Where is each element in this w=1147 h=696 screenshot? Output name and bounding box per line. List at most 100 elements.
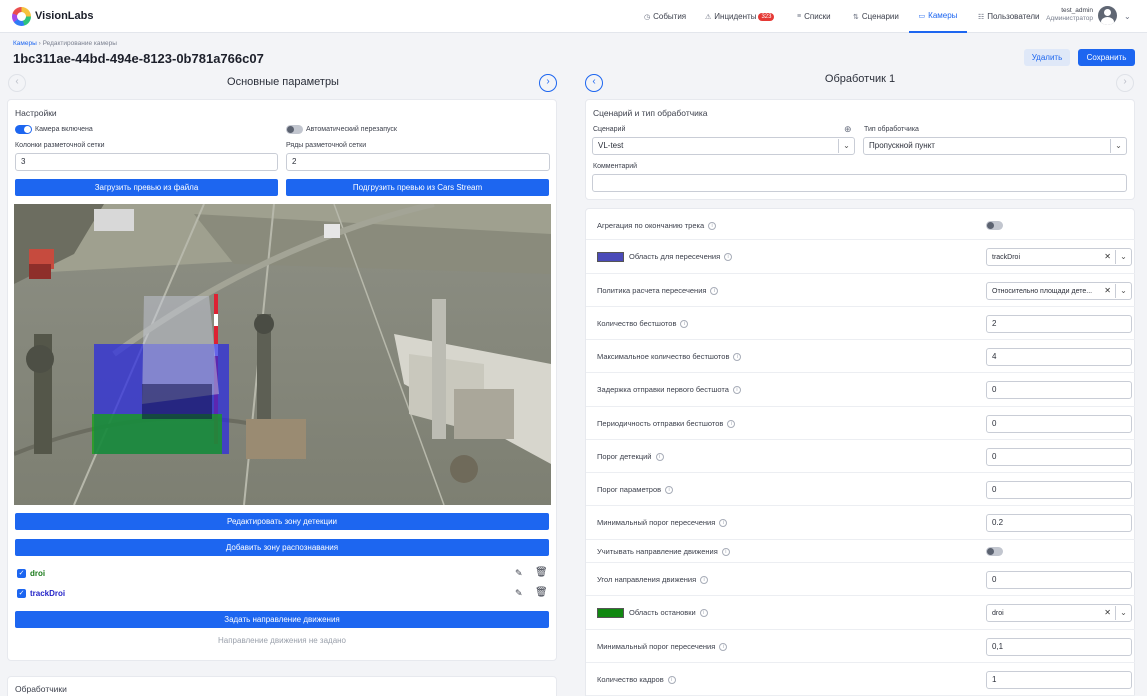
- camera-enabled-toggle[interactable]: [15, 125, 32, 134]
- param-row: Агрегация по окончанию трека i: [586, 211, 1135, 240]
- param-select[interactable]: trackDroi ✕ ⌄: [986, 248, 1132, 266]
- info-icon[interactable]: i: [724, 253, 733, 262]
- param-value: 2: [992, 319, 997, 328]
- auto-restart-label: Автоматический перезапуск: [306, 126, 397, 133]
- scenario-value: VL-test: [598, 141, 624, 150]
- direction-status: Направление движения не задано: [217, 636, 347, 645]
- edit-pencil-icon[interactable]: ✎: [515, 568, 523, 579]
- param-value: droi: [992, 610, 1004, 617]
- param-value: trackDroi: [992, 254, 1021, 261]
- param-value: 4: [992, 352, 997, 361]
- param-row: Порог параметров i 0: [586, 473, 1135, 506]
- load-preview-stream-button[interactable]: Подгрузить превью из Cars Stream: [286, 179, 549, 196]
- chevron-left-icon: ‹: [592, 76, 596, 87]
- add-recognition-zone-button[interactable]: Добавить зону распознавания: [15, 539, 549, 556]
- nav-incidents[interactable]: ⚠ Инциденты 323: [705, 0, 775, 33]
- nav-events[interactable]: ◷ События: [644, 0, 686, 33]
- breadcrumb-cameras-link[interactable]: Камеры: [13, 40, 37, 47]
- settings-heading: Настройки: [15, 108, 57, 118]
- nav-scenarios-label: Сценарии: [861, 12, 899, 21]
- trash-icon[interactable]: 🗑: [535, 587, 548, 598]
- visionlabs-logo-icon: [12, 7, 31, 26]
- param-input[interactable]: 1: [986, 671, 1132, 689]
- info-icon[interactable]: i: [655, 453, 664, 462]
- info-icon[interactable]: i: [721, 548, 730, 557]
- zone-color-swatch: [597, 608, 624, 618]
- edit-pencil-icon[interactable]: ✎: [515, 588, 523, 599]
- clear-icon[interactable]: ✕: [1104, 283, 1111, 299]
- param-value: Относительно площади дете...: [992, 288, 1093, 295]
- param-input[interactable]: 0: [986, 571, 1132, 589]
- nav-lists-label: Списки: [804, 12, 831, 21]
- info-icon[interactable]: i: [680, 320, 689, 329]
- grid-cols-input[interactable]: 3: [15, 153, 278, 171]
- grid-rows-input[interactable]: 2: [286, 153, 550, 171]
- save-button[interactable]: Сохранить: [1078, 49, 1135, 66]
- nav-scenarios[interactable]: ⇅ Сценарии: [853, 0, 899, 33]
- clear-icon[interactable]: ✕: [1104, 249, 1111, 265]
- param-label-text: Агрегация по окончанию трека: [597, 221, 705, 230]
- info-icon[interactable]: i: [710, 287, 719, 296]
- param-input[interactable]: 2: [986, 315, 1132, 333]
- param-select[interactable]: Относительно площади дете... ✕ ⌄: [986, 282, 1132, 300]
- param-row: Минимальный порог пересечения i 0.2: [586, 506, 1135, 540]
- param-row: Порог детекций i 0: [586, 440, 1135, 473]
- info-icon[interactable]: i: [667, 676, 676, 685]
- param-input[interactable]: 0: [986, 448, 1132, 466]
- zone-droi-checkbox[interactable]: ✓: [17, 569, 26, 578]
- param-label: Максимальное количество бестшотов i: [597, 352, 742, 362]
- load-preview-file-button[interactable]: Загрузить превью из файла: [15, 179, 278, 196]
- nav-users[interactable]: ☷ Пользователи: [978, 0, 1040, 33]
- next-handler-button[interactable]: ›: [1116, 74, 1134, 92]
- info-icon[interactable]: i: [733, 353, 742, 362]
- chevron-down-icon: ⌄: [1115, 606, 1131, 620]
- delete-button[interactable]: Удалить: [1024, 49, 1070, 66]
- nav-events-label: События: [653, 12, 687, 21]
- trash-icon[interactable]: 🗑: [535, 567, 548, 578]
- param-input[interactable]: 0: [986, 481, 1132, 499]
- param-toggle[interactable]: [986, 547, 1003, 556]
- param-input[interactable]: 0,1: [986, 638, 1132, 656]
- edit-detection-zone-button[interactable]: Редактировать зону детекции: [15, 513, 549, 530]
- add-circle-icon[interactable]: ⊕: [844, 124, 852, 135]
- auto-restart-toggle[interactable]: [286, 125, 303, 134]
- info-icon[interactable]: i: [699, 609, 708, 618]
- set-direction-button[interactable]: Задать направление движения: [15, 611, 549, 628]
- scenario-select[interactable]: VL-test ⌄: [592, 137, 855, 155]
- info-icon[interactable]: i: [719, 643, 728, 652]
- param-value: 0: [992, 419, 997, 428]
- info-icon[interactable]: i: [719, 519, 728, 528]
- info-icon[interactable]: i: [700, 576, 709, 585]
- param-select[interactable]: droi ✕ ⌄: [986, 604, 1132, 622]
- param-label-text: Количество бестшотов: [597, 319, 677, 328]
- chevron-down-icon[interactable]: ⌄: [1124, 12, 1131, 21]
- camera-enabled-label: Камера включена: [35, 126, 93, 133]
- info-icon[interactable]: i: [732, 386, 741, 395]
- camera-preview-image[interactable]: [14, 204, 551, 505]
- param-input[interactable]: 0.2: [986, 514, 1132, 532]
- param-input[interactable]: 0: [986, 415, 1132, 433]
- clear-icon[interactable]: ✕: [1104, 605, 1111, 621]
- avatar[interactable]: [1098, 6, 1117, 25]
- comment-field[interactable]: [592, 174, 1127, 192]
- info-icon[interactable]: i: [727, 420, 736, 429]
- zone-trackdroi-checkbox[interactable]: ✓: [17, 589, 26, 598]
- param-input[interactable]: 0: [986, 381, 1132, 399]
- info-icon[interactable]: i: [708, 222, 717, 231]
- prev-handler-button[interactable]: ‹: [585, 74, 603, 92]
- param-label: Периодичность отправки бестшотов i: [597, 419, 736, 429]
- nav-lists[interactable]: ≡ Списки: [797, 0, 831, 33]
- param-label-text: Периодичность отправки бестшотов: [597, 419, 724, 428]
- param-label: Количество кадров i: [597, 675, 676, 685]
- prev-section-button[interactable]: ‹: [8, 74, 26, 92]
- param-value: 0,1: [992, 642, 1004, 651]
- info-icon[interactable]: i: [665, 486, 674, 495]
- user-info[interactable]: test_admin Администратор: [1040, 7, 1093, 23]
- param-input[interactable]: 4: [986, 348, 1132, 366]
- param-toggle[interactable]: [986, 221, 1003, 230]
- next-section-button[interactable]: ›: [539, 74, 557, 92]
- nav-cameras[interactable]: ▭ Камеры: [909, 0, 967, 33]
- param-label: Учитывать направление движения i: [597, 547, 730, 557]
- param-row: Область остановки i droi ✕ ⌄: [586, 596, 1135, 630]
- handler-type-select[interactable]: Пропускной пункт ⌄: [863, 137, 1127, 155]
